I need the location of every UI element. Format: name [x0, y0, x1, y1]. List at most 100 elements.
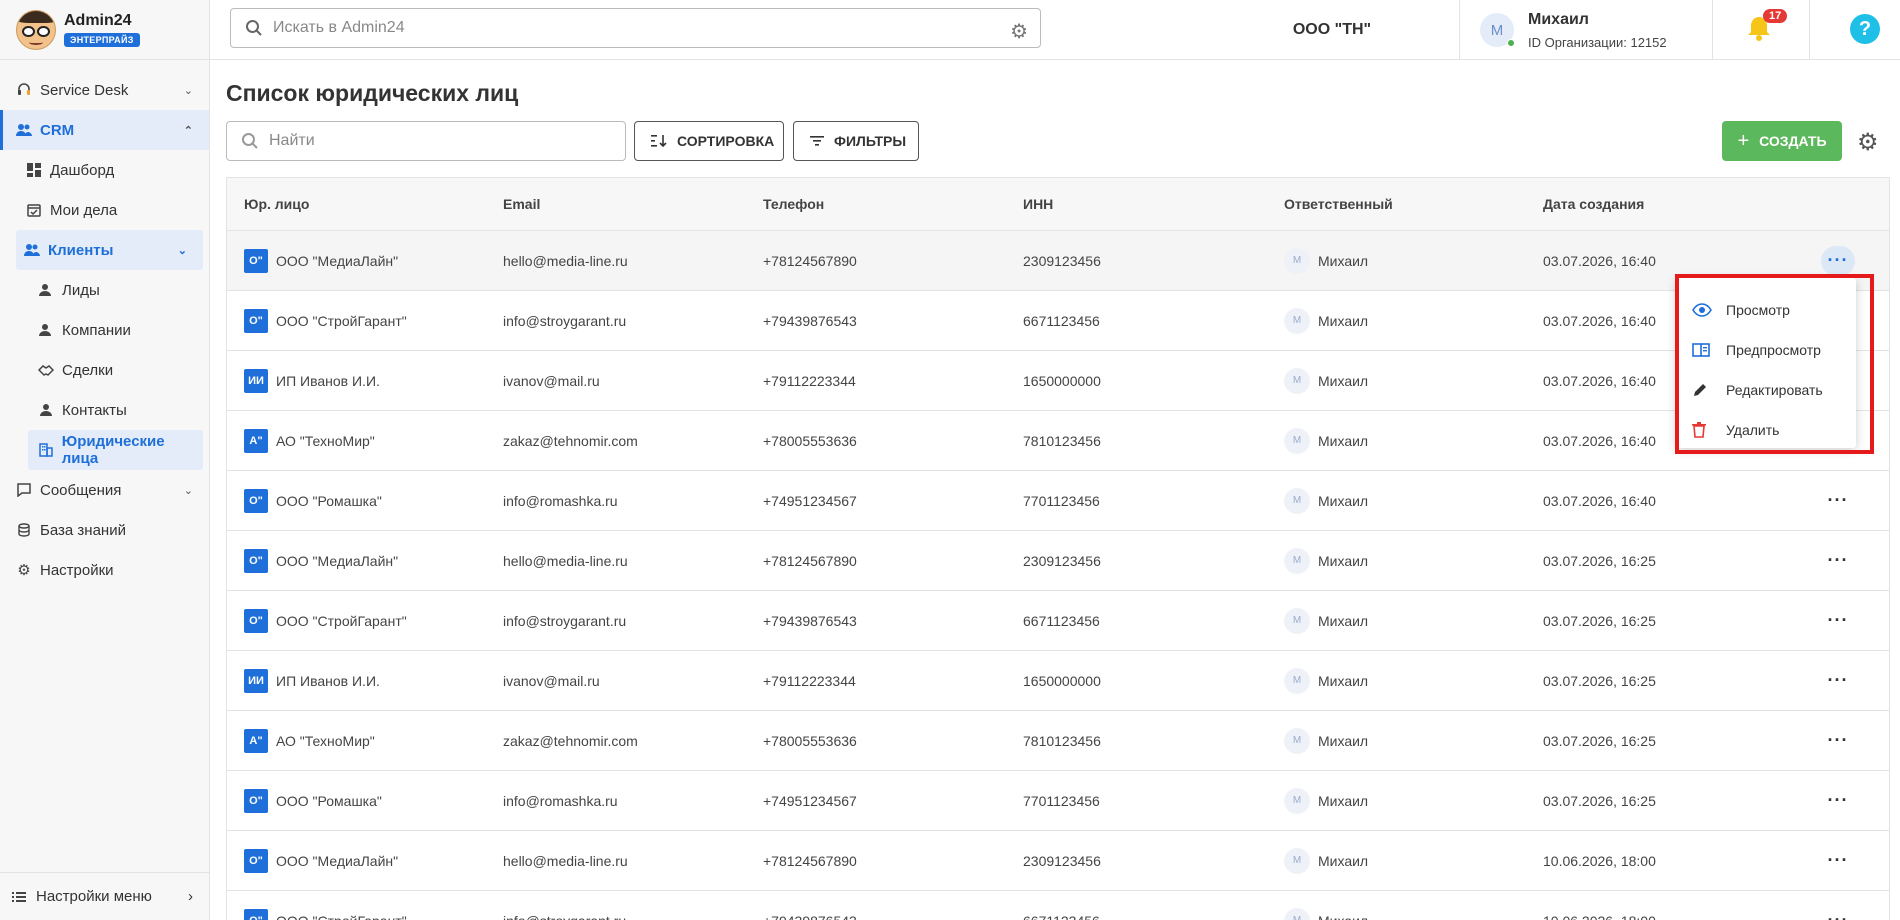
row-actions-more-icon[interactable]: ···: [1821, 666, 1855, 696]
table-row[interactable]: А" АО "ТехноМир" zakaz@tehnomir.com +780…: [227, 411, 1889, 471]
phone-cell: +78005553636: [763, 732, 857, 749]
created-date-cell: 03.07.2026, 16:40: [1543, 312, 1656, 329]
legal-entity-cell[interactable]: О" ООО "Ромашка": [244, 488, 382, 513]
filter-button[interactable]: ФИЛЬТРЫ: [793, 121, 919, 161]
phone-cell: +74951234567: [763, 492, 857, 509]
column-header-email[interactable]: Email: [503, 196, 540, 212]
table-row[interactable]: О" ООО "МедиаЛайн" hello@media-line.ru +…: [227, 531, 1889, 591]
sidebar-item-label: Юридические лица: [61, 433, 165, 467]
sidebar-item-label: Сообщения: [40, 481, 122, 499]
building-icon: [38, 442, 54, 458]
row-actions-more-icon[interactable]: ···: [1821, 606, 1855, 636]
legal-entity-cell[interactable]: О" ООО "СтройГарант": [244, 308, 407, 333]
column-header-created-date[interactable]: Дата создания: [1543, 196, 1644, 212]
inn-cell: 7701123456: [1023, 492, 1100, 509]
plus-icon: +: [1737, 129, 1750, 152]
sort-button[interactable]: СОРТИРОВКА: [634, 121, 784, 161]
entity-type-badge: О": [244, 548, 268, 573]
email-cell: info@stroygarant.ru: [503, 612, 627, 629]
column-header-owner[interactable]: Ответственный: [1284, 196, 1393, 212]
created-date-cell: 10.06.2026, 18:00: [1543, 852, 1656, 869]
sidebar-item-dashboard[interactable]: Дашборд: [0, 150, 209, 190]
menu-settings-button[interactable]: Настройки меню ›: [0, 872, 209, 920]
create-button[interactable]: + СОЗДАТЬ: [1722, 121, 1842, 161]
organization-name[interactable]: ООО "ТН": [1205, 0, 1460, 60]
column-header-legal-entity[interactable]: Юр. лицо: [244, 196, 309, 212]
person-icon: [38, 322, 54, 338]
sidebar-item-crm[interactable]: CRM ⌃: [0, 110, 209, 150]
sidebar-item-deals[interactable]: Сделки: [0, 350, 209, 390]
email-cell: zakaz@tehnomir.com: [503, 432, 638, 449]
table-row[interactable]: О" ООО "МедиаЛайн" hello@media-line.ru +…: [227, 831, 1889, 891]
table-row[interactable]: О" ООО "СтройГарант" info@stroygarant.ru…: [227, 891, 1889, 920]
phone-cell: +79112223344: [763, 372, 856, 389]
table-row[interactable]: О" ООО "СтройГарант" info@stroygarant.ru…: [227, 591, 1889, 651]
chevron-down-icon: ⌄: [183, 484, 193, 497]
user-profile[interactable]: М Михаил ID Организации: 12152: [1480, 0, 1667, 60]
legal-entity-cell[interactable]: ИИ ИП Иванов И.И.: [244, 668, 380, 693]
phone-cell: +74951234567: [763, 792, 857, 809]
sidebar-item-contacts[interactable]: Контакты: [0, 390, 209, 430]
chevron-down-icon: ⌄: [183, 84, 193, 97]
table-settings-gear-icon[interactable]: ⚙: [1857, 128, 1879, 157]
created-date-cell: 03.07.2026, 16:25: [1543, 612, 1656, 629]
legal-entity-cell[interactable]: О" ООО "МедиаЛайн": [244, 248, 398, 273]
sidebar-item-messages[interactable]: Сообщения ⌄: [0, 470, 209, 510]
notifications-button[interactable]: 17: [1745, 9, 1788, 44]
avatar: М: [1284, 367, 1310, 394]
column-header-phone[interactable]: Телефон: [763, 196, 824, 212]
legal-entity-cell[interactable]: ИИ ИП Иванов И.И.: [244, 368, 380, 393]
legal-entity-cell[interactable]: О" ООО "МедиаЛайн": [244, 848, 398, 873]
owner-cell: М Михаил: [1284, 547, 1368, 574]
table-row[interactable]: О" ООО "СтройГарант" info@stroygarant.ru…: [227, 291, 1889, 351]
row-actions-more-icon[interactable]: ···: [1821, 486, 1855, 516]
notifications-count-badge: 17: [1763, 9, 1788, 23]
sidebar-item-label: База знаний: [40, 521, 126, 539]
row-actions-more-icon[interactable]: ···: [1821, 906, 1855, 920]
table-row[interactable]: ИИ ИП Иванов И.И. ivanov@mail.ru +791122…: [227, 351, 1889, 411]
column-header-inn[interactable]: ИНН: [1023, 196, 1053, 212]
row-actions-more-icon[interactable]: ···: [1821, 726, 1855, 756]
sidebar-item-label: Дашборд: [50, 161, 115, 179]
sidebar-item-service-desk[interactable]: Service Desk ⌄: [0, 70, 209, 110]
legal-entity-cell[interactable]: О" ООО "СтройГарант": [244, 608, 407, 633]
sidebar-item-companies[interactable]: Компании: [0, 310, 209, 350]
sidebar-item-label: Лиды: [62, 281, 100, 299]
sidebar-item-legal-entities[interactable]: Юридические лица: [28, 430, 203, 470]
table-row[interactable]: ИИ ИП Иванов И.И. ivanov@mail.ru +791122…: [227, 651, 1889, 711]
search-icon: [241, 132, 259, 150]
avatar: М: [1284, 667, 1310, 694]
row-actions-more-icon[interactable]: ···: [1821, 546, 1855, 576]
legal-entity-name: ООО "СтройГарант": [276, 913, 407, 920]
sidebar-item-settings[interactable]: ⚙ Настройки: [0, 550, 209, 590]
sidebar-item-leads[interactable]: Лиды: [0, 270, 209, 310]
table-row[interactable]: О" ООО "МедиаЛайн" hello@media-line.ru +…: [227, 231, 1889, 291]
dashboard-icon: [26, 162, 42, 178]
inn-cell: 1650000000: [1023, 672, 1101, 689]
legal-entity-name: АО "ТехноМир": [276, 732, 375, 749]
search-settings-gear-icon[interactable]: ⚙: [1010, 19, 1028, 44]
table-row[interactable]: А" АО "ТехноМир" zakaz@tehnomir.com +780…: [227, 711, 1889, 771]
owner-cell: М Михаил: [1284, 247, 1368, 274]
sidebar-item-clients[interactable]: Клиенты ⌄: [16, 230, 203, 270]
global-search-input[interactable]: Искать в Admin24 ⚙: [230, 8, 1041, 48]
table-row[interactable]: О" ООО "Ромашка" info@romashka.ru +74951…: [227, 771, 1889, 831]
sidebar-item-knowledge-base[interactable]: База знаний: [0, 510, 209, 550]
phone-cell: +78124567890: [763, 852, 857, 869]
table-row[interactable]: О" ООО "Ромашка" info@romashka.ru +74951…: [227, 471, 1889, 531]
search-input[interactable]: Найти: [226, 121, 626, 161]
row-actions-more-icon[interactable]: ···: [1821, 245, 1855, 276]
created-date-cell: 03.07.2026, 16:25: [1543, 552, 1656, 569]
legal-entity-cell[interactable]: А" АО "ТехноМир": [244, 428, 375, 453]
legal-entity-cell[interactable]: А" АО "ТехноМир": [244, 728, 375, 753]
legal-entity-cell[interactable]: О" ООО "МедиаЛайн": [244, 548, 398, 573]
sidebar-item-my-tasks[interactable]: Мои дела: [0, 190, 209, 230]
legal-entity-cell[interactable]: О" ООО "Ромашка": [244, 788, 382, 813]
sidebar-item-label: Сделки: [62, 361, 114, 379]
row-actions-more-icon[interactable]: ···: [1821, 846, 1855, 876]
row-actions-more-icon[interactable]: ···: [1821, 786, 1855, 816]
entity-type-badge: ИИ: [244, 668, 268, 693]
legal-entity-cell[interactable]: О" ООО "СтройГарант": [244, 908, 407, 920]
app-logo[interactable]: Admin24 ЭНТЕРПРАЙЗ: [0, 0, 209, 60]
help-button[interactable]: ?: [1850, 14, 1880, 44]
